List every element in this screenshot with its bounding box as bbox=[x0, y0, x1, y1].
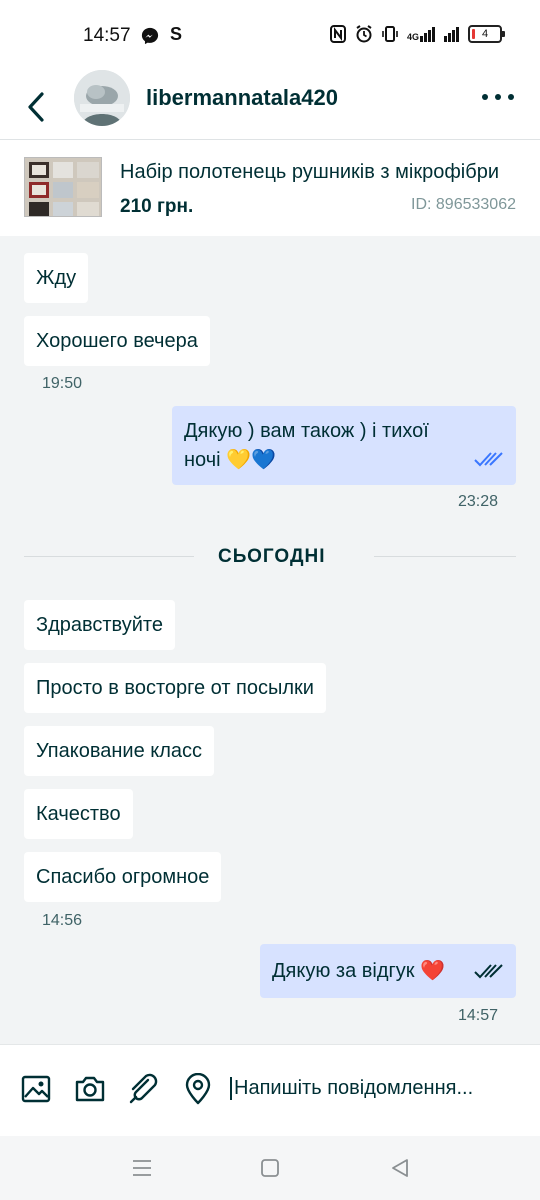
message-list[interactable]: Жду Хорошего вечера 19:50 Дякую ) вам та… bbox=[0, 236, 540, 1044]
triangle-back-icon bbox=[392, 1159, 408, 1177]
battery-level: 4 bbox=[481, 28, 489, 40]
message-bubble: Спасибо огромное bbox=[24, 852, 222, 902]
menu-icon bbox=[133, 1160, 151, 1176]
signal-icon bbox=[444, 26, 459, 42]
camera-button[interactable] bbox=[74, 1073, 106, 1105]
message-text-line2: ночі 💛💙 bbox=[184, 449, 276, 471]
message-time: 14:57 bbox=[457, 1007, 498, 1024]
s-icon: S bbox=[170, 24, 183, 44]
divider-line bbox=[374, 556, 516, 557]
product-title: Набір полотенець рушників з мікрофібри bbox=[120, 161, 499, 183]
product-thumbnail bbox=[24, 157, 102, 217]
back-button[interactable] bbox=[20, 82, 52, 132]
location-button[interactable] bbox=[182, 1073, 214, 1105]
chevron-left-icon bbox=[28, 92, 44, 122]
signal-4g-icon: 4G bbox=[407, 26, 435, 42]
vibrate-icon bbox=[382, 26, 398, 42]
message-time: 14:56 bbox=[42, 912, 83, 929]
message-text: Качество bbox=[36, 803, 121, 825]
status-icons: 4G 4 bbox=[329, 25, 505, 43]
more-options-button[interactable] bbox=[480, 86, 516, 108]
product-card[interactable]: Набір полотенець рушників з мікрофібри 2… bbox=[0, 140, 540, 236]
divider-line bbox=[24, 556, 194, 557]
back-nav-button[interactable] bbox=[388, 1156, 412, 1180]
chat-username[interactable]: libermannatala420 bbox=[146, 85, 338, 111]
attachment-button[interactable] bbox=[128, 1073, 160, 1105]
messenger-icon bbox=[141, 27, 159, 45]
image-icon bbox=[21, 1075, 51, 1103]
camera-icon bbox=[75, 1076, 105, 1102]
avatar[interactable] bbox=[74, 70, 130, 126]
image-button[interactable] bbox=[20, 1073, 52, 1105]
message-time: 23:28 bbox=[457, 493, 498, 510]
nfc-icon bbox=[329, 25, 346, 43]
message-text: Здравствуйте bbox=[36, 614, 163, 636]
message-composer: Напишіть повідомлення... bbox=[0, 1044, 540, 1136]
status-bar: 14:57 S 4G 4 bbox=[0, 0, 540, 72]
message-text: Жду bbox=[36, 267, 77, 289]
attachment-icon bbox=[129, 1073, 158, 1104]
message-bubble: Жду bbox=[24, 253, 89, 303]
message-time: 19:50 bbox=[42, 375, 83, 392]
home-button[interactable] bbox=[258, 1156, 282, 1180]
message-bubble: Качество bbox=[24, 789, 133, 839]
recents-button[interactable] bbox=[130, 1156, 154, 1180]
double-check-icon bbox=[474, 964, 503, 979]
message-bubble-own: Дякую ) вам також ) і тихої ночі 💛💙 bbox=[172, 406, 516, 485]
system-nav-bar bbox=[0, 1136, 540, 1200]
square-icon bbox=[261, 1159, 279, 1177]
alarm-icon bbox=[356, 25, 372, 43]
message-bubble: Здравствуйте bbox=[24, 600, 175, 650]
message-input[interactable]: Напишіть повідомлення... bbox=[230, 1077, 520, 1100]
product-id: ID: 896533062 bbox=[411, 196, 516, 213]
message-text: Спасибо огромное bbox=[36, 866, 210, 888]
message-text: Дякую за відгук ❤️ bbox=[272, 960, 445, 982]
avatar-image bbox=[74, 70, 130, 126]
message-bubble: Упакование класс bbox=[24, 726, 215, 776]
more-dots-icon bbox=[482, 94, 514, 100]
message-text-line1: Дякую ) вам також ) і тихої bbox=[184, 420, 429, 442]
battery-icon: 4 bbox=[468, 25, 505, 43]
towel-set-image bbox=[25, 158, 101, 216]
date-divider: СЬОГОДНІ bbox=[218, 546, 326, 567]
message-text: Хорошего вечера bbox=[36, 330, 198, 352]
double-check-icon bbox=[474, 452, 503, 467]
product-price: 210 грн. bbox=[120, 196, 194, 217]
message-text: Просто в восторге от посылки bbox=[36, 677, 314, 699]
message-text: Упакование класс bbox=[36, 740, 203, 762]
status-time: 14:57 bbox=[83, 25, 131, 46]
message-bubble: Просто в восторге от посылки bbox=[24, 663, 326, 713]
chat-header: libermannatala420 bbox=[0, 70, 540, 140]
message-bubble: Хорошего вечера bbox=[24, 316, 210, 366]
location-icon bbox=[185, 1073, 211, 1105]
message-bubble-own: Дякую за відгук ❤️ bbox=[260, 944, 516, 998]
